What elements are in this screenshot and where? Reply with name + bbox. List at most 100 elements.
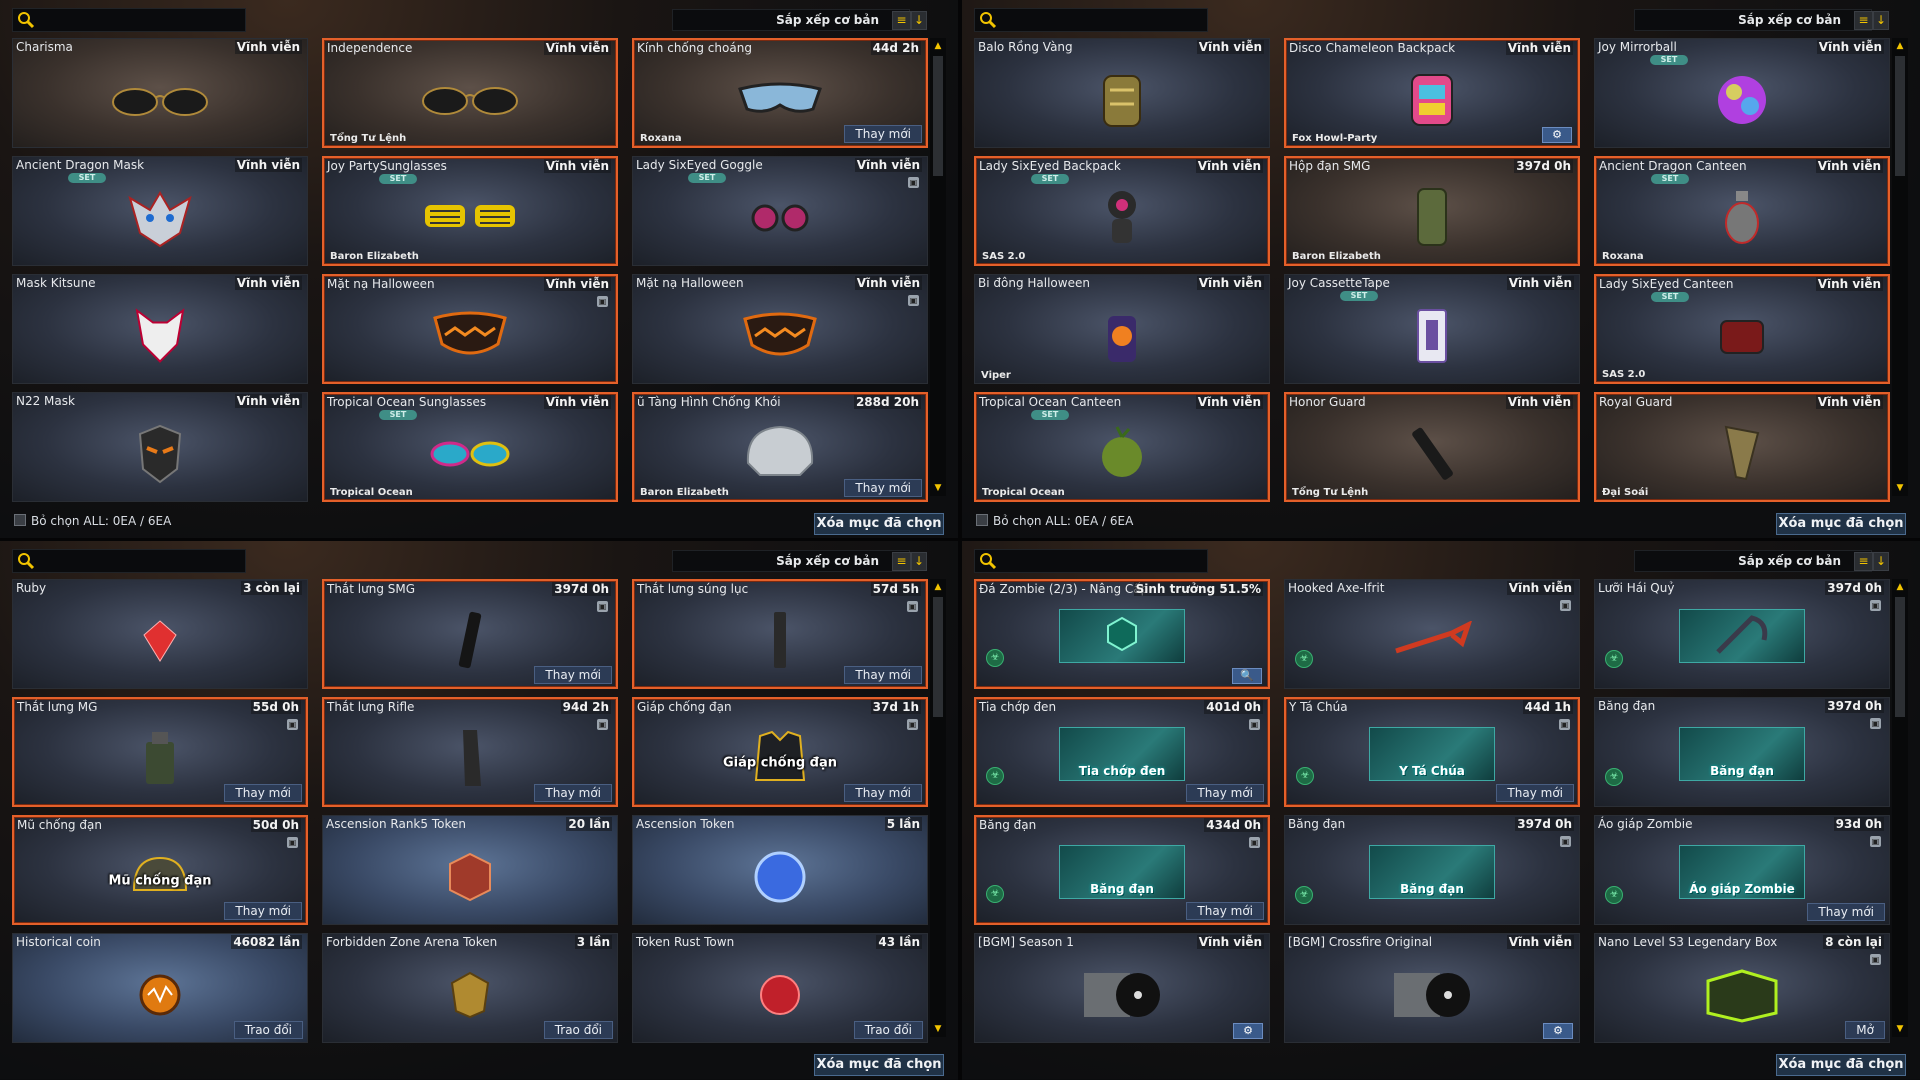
lock-icon[interactable]: ▣ bbox=[597, 719, 608, 730]
inventory-item-card[interactable]: Y Tá Chúa 44d 1h ▣ Y Tá Chúa ☣ Thay mới bbox=[1284, 697, 1580, 807]
inventory-item-card[interactable]: Nano Level S3 Legendary Box 8 còn lại ▣ Mở bbox=[1594, 933, 1890, 1043]
scrollbar-thumb[interactable] bbox=[1895, 597, 1905, 717]
inventory-item-card[interactable]: Hooked Axe-Ifrit Vĩnh viễn ▣ ☣ bbox=[1284, 579, 1580, 689]
inventory-item-card[interactable]: Đá Zombie (2/3) - Nâng Cấp Sinh trưởng 51… bbox=[974, 579, 1270, 689]
inventory-item-card[interactable]: Charisma Vĩnh viễn bbox=[12, 38, 308, 148]
deselect-all-checkbox[interactable]: Bỏ chọn ALL: 0EA / 6EA bbox=[976, 514, 1133, 528]
lock-icon[interactable]: ▣ bbox=[287, 837, 298, 848]
inventory-item-card[interactable]: Lady SixEyed Canteen Vĩnh viễn SET SAS 2.0 bbox=[1594, 274, 1890, 384]
item-action-button[interactable]: Trao đổi bbox=[853, 1021, 923, 1039]
delete-selected-button[interactable]: Xóa mục đã chọn bbox=[814, 1054, 944, 1076]
inventory-item-card[interactable]: Token Rust Town 43 lần Trao đổi bbox=[632, 933, 928, 1043]
scrollbar[interactable]: ▲ ▼ bbox=[1892, 579, 1908, 1037]
inventory-item-card[interactable]: Joy CassetteTape Vĩnh viễn SET bbox=[1284, 274, 1580, 384]
sort-order-icon[interactable]: ↓ bbox=[1873, 11, 1889, 30]
sort-dropdown[interactable]: Sắp xếp cơ bản ≡ ↓ bbox=[672, 9, 927, 31]
inventory-item-card[interactable]: Balo Rồng Vàng Vĩnh viễn bbox=[974, 38, 1270, 148]
inventory-item-card[interactable]: Lady SixEyed Goggle Vĩnh viễn SET ▣ bbox=[632, 156, 928, 266]
scrollbar[interactable]: ▲ ▼ bbox=[930, 579, 946, 1037]
inventory-item-card[interactable]: Thắt lưng Rifle 94d 2h ▣ Thay mới bbox=[322, 697, 618, 807]
inventory-item-card[interactable]: Honor Guard Vĩnh viễn Tổng Tư Lệnh bbox=[1284, 392, 1580, 502]
item-action-button[interactable]: Thay mới bbox=[224, 784, 302, 802]
item-action-button[interactable]: Thay mới bbox=[844, 479, 922, 497]
inventory-item-card[interactable]: Disco Chameleon Backpack Vĩnh viễn Fox How… bbox=[1284, 38, 1580, 148]
inventory-item-card[interactable]: Ascension Rank5 Token 20 lần bbox=[322, 815, 618, 925]
inventory-item-card[interactable]: Ruby 3 còn lại bbox=[12, 579, 308, 689]
sort-dropdown[interactable]: Sắp xếp cơ bản ≡ ↓ bbox=[1634, 550, 1889, 572]
inventory-item-card[interactable]: Lưỡi Hái Quỷ 397d 0h ▣ ☣ bbox=[1594, 579, 1890, 689]
scroll-down-icon[interactable]: ▼ bbox=[932, 1023, 944, 1035]
lock-icon[interactable]: ▣ bbox=[1870, 718, 1881, 729]
inventory-item-card[interactable]: Royal Guard Vĩnh viễn Đại Soái bbox=[1594, 392, 1890, 502]
inventory-item-card[interactable]: [BGM] Crossfire Original Vĩnh viễn ⚙ bbox=[1284, 933, 1580, 1043]
inventory-item-card[interactable]: Áo giáp Zombie 93d 0h ▣ Áo giáp Zombie ☣ Thay… bbox=[1594, 815, 1890, 925]
delete-selected-button[interactable]: Xóa mục đã chọn bbox=[814, 513, 944, 535]
item-action-button[interactable]: Thay mới bbox=[844, 666, 922, 684]
scroll-down-icon[interactable]: ▼ bbox=[1894, 1023, 1906, 1035]
delete-selected-button[interactable]: Xóa mục đã chọn bbox=[1776, 513, 1906, 535]
inventory-item-card[interactable]: Ascension Token 5 lần bbox=[632, 815, 928, 925]
inventory-item-card[interactable]: Tropical Ocean Canteen Vĩnh viễn SET Tropic… bbox=[974, 392, 1270, 502]
inventory-item-card[interactable]: Thắt lưng súng lục 57d 5h ▣ Thay mới bbox=[632, 579, 928, 689]
item-action-button[interactable]: Thay mới bbox=[844, 784, 922, 802]
sort-dropdown[interactable]: Sắp xếp cơ bản ≡ ↓ bbox=[1634, 9, 1889, 31]
scrollbar-thumb[interactable] bbox=[933, 56, 943, 176]
checkbox-icon[interactable] bbox=[14, 514, 26, 526]
inventory-item-card[interactable]: Mặt nạ Halloween Vĩnh viễn ▣ bbox=[632, 274, 928, 384]
inventory-item-card[interactable]: Thắt lưng SMG 397d 0h ▣ Thay mới bbox=[322, 579, 618, 689]
lock-icon[interactable]: ▣ bbox=[597, 601, 608, 612]
scrollbar[interactable]: ▲ ▼ bbox=[1892, 38, 1908, 496]
item-action-button[interactable]: Thay mới bbox=[844, 125, 922, 143]
sort-order-icon[interactable]: ↓ bbox=[911, 552, 927, 571]
inventory-item-card[interactable]: Mũ chống đạn 50d 0h ▣ Mũ chống đạn Thay mới bbox=[12, 815, 308, 925]
scroll-down-icon[interactable]: ▼ bbox=[1894, 482, 1906, 494]
search-input[interactable] bbox=[974, 549, 1208, 573]
item-action-button[interactable]: Thay mới bbox=[1186, 902, 1264, 920]
inventory-item-card[interactable]: Giáp chống đạn 37d 1h ▣ Giáp chống đạn Thay … bbox=[632, 697, 928, 807]
lock-icon[interactable]: ▣ bbox=[1560, 836, 1571, 847]
inventory-item-card[interactable]: Hộp đạn SMG 397d 0h Baron Elizabeth bbox=[1284, 156, 1580, 266]
lock-icon[interactable]: ▣ bbox=[597, 296, 608, 307]
lock-icon[interactable]: ▣ bbox=[908, 177, 919, 188]
scrollbar-thumb[interactable] bbox=[933, 597, 943, 717]
inventory-item-card[interactable]: Băng đạn 397d 0h ▣ Băng đạn ☣ bbox=[1284, 815, 1580, 925]
list-view-icon[interactable]: ≡ bbox=[892, 11, 911, 30]
gear-icon[interactable]: ⚙ bbox=[1543, 1023, 1573, 1039]
inventory-item-card[interactable]: Thắt lưng MG 55d 0h ▣ Thay mới bbox=[12, 697, 308, 807]
scrollbar[interactable]: ▲ ▼ bbox=[930, 38, 946, 496]
lock-icon[interactable]: ▣ bbox=[1249, 719, 1260, 730]
inventory-item-card[interactable]: Bi đông Halloween Vĩnh viễn Viper bbox=[974, 274, 1270, 384]
gear-icon[interactable]: ⚙ bbox=[1233, 1023, 1263, 1039]
list-view-icon[interactable]: ≡ bbox=[1854, 552, 1873, 571]
gear-icon[interactable]: ⚙ bbox=[1542, 127, 1572, 143]
inventory-item-card[interactable]: Mặt nạ Halloween Vĩnh viễn ▣ bbox=[322, 274, 618, 384]
lock-icon[interactable]: ▣ bbox=[287, 719, 298, 730]
inventory-item-card[interactable]: Historical coin 46082 lần Trao đổi bbox=[12, 933, 308, 1043]
inventory-item-card[interactable]: Independence Vĩnh viễn Tổng Tư Lệnh bbox=[322, 38, 618, 148]
inventory-item-card[interactable]: N22 Mask Vĩnh viễn bbox=[12, 392, 308, 502]
sort-dropdown[interactable]: Sắp xếp cơ bản ≡ ↓ bbox=[672, 550, 927, 572]
lock-icon[interactable]: ▣ bbox=[1559, 719, 1570, 730]
lock-icon[interactable]: ▣ bbox=[907, 601, 918, 612]
item-action-button[interactable]: Thay mới bbox=[1186, 784, 1264, 802]
scroll-up-icon[interactable]: ▲ bbox=[932, 40, 944, 52]
lock-icon[interactable]: ▣ bbox=[1560, 600, 1571, 611]
search-input[interactable] bbox=[974, 8, 1208, 32]
inventory-item-card[interactable]: Ancient Dragon Mask Vĩnh viễn SET bbox=[12, 156, 308, 266]
inventory-item-card[interactable]: Ancient Dragon Canteen Vĩnh viễn SET Roxana bbox=[1594, 156, 1890, 266]
magnifier-icon[interactable]: 🔍 bbox=[1232, 668, 1262, 684]
inventory-item-card[interactable]: [BGM] Season 1 Vĩnh viễn ⚙ bbox=[974, 933, 1270, 1043]
list-view-icon[interactable]: ≡ bbox=[1854, 11, 1873, 30]
search-input[interactable] bbox=[12, 549, 246, 573]
scroll-up-icon[interactable]: ▲ bbox=[932, 581, 944, 593]
inventory-item-card[interactable]: Băng đạn 397d 0h ▣ Băng đạn ☣ bbox=[1594, 697, 1890, 807]
lock-icon[interactable]: ▣ bbox=[1870, 836, 1881, 847]
scroll-down-icon[interactable]: ▼ bbox=[932, 482, 944, 494]
inventory-item-card[interactable]: Joy PartySunglasses Vĩnh viễn SET Baron Eli… bbox=[322, 156, 618, 266]
item-action-button[interactable]: Thay mới bbox=[534, 784, 612, 802]
item-action-button[interactable]: Thay mới bbox=[1807, 903, 1885, 921]
item-action-button[interactable]: Thay mới bbox=[224, 902, 302, 920]
lock-icon[interactable]: ▣ bbox=[908, 295, 919, 306]
list-view-icon[interactable]: ≡ bbox=[892, 552, 911, 571]
sort-order-icon[interactable]: ↓ bbox=[1873, 552, 1889, 571]
